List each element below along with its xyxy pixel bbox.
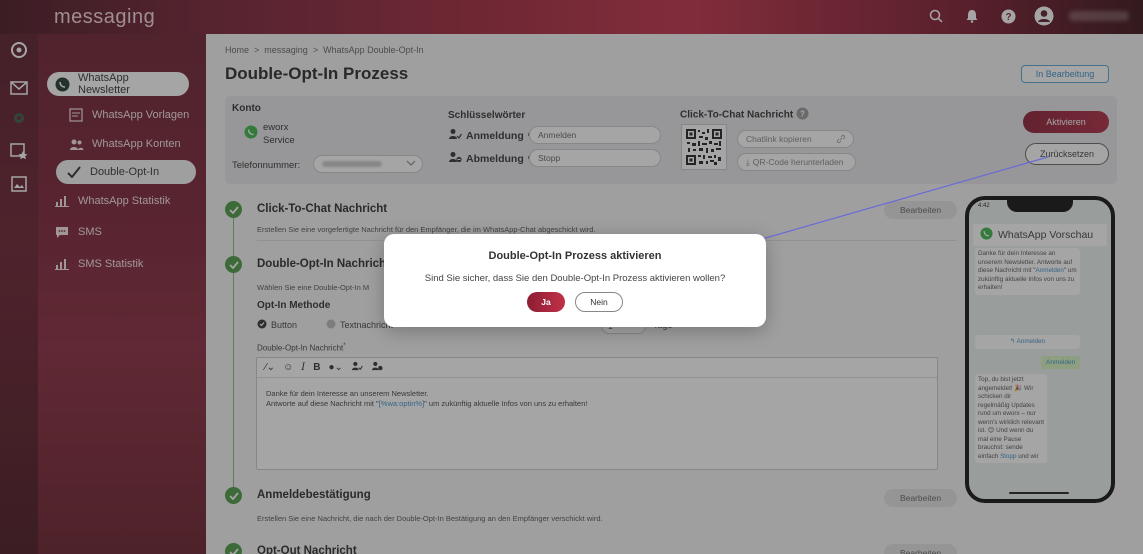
confirm-no-button[interactable]: Nein [575, 292, 623, 312]
confirm-yes-button[interactable]: Ja [527, 292, 565, 312]
dialog-title: Double-Opt-In Prozess aktivieren [488, 250, 662, 262]
confirm-dialog: Double-Opt-In Prozess aktivieren Sind Si… [384, 234, 766, 327]
dialog-message: Sind Sie sicher, dass Sie den Double-Opt… [424, 273, 726, 284]
